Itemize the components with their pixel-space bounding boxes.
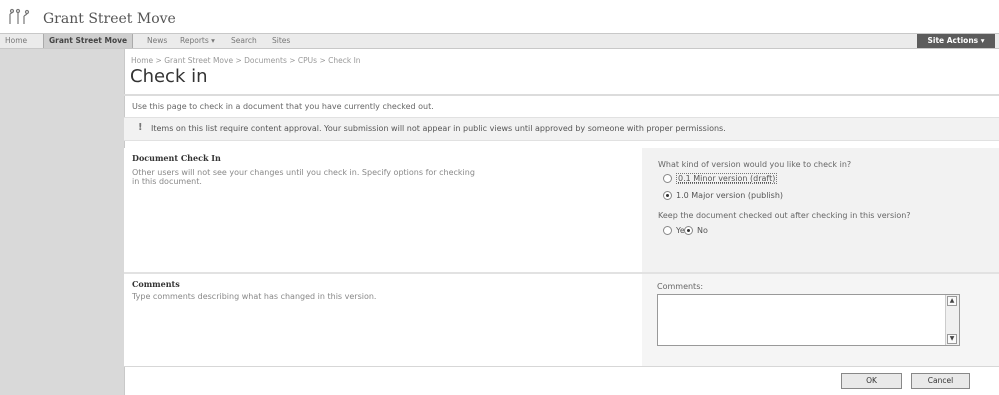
- keep-yes-radio[interactable]: [663, 226, 672, 235]
- keep-no-option[interactable]: No: [684, 226, 708, 235]
- nav-tab-sites[interactable]: Sites: [272, 36, 290, 45]
- comments-section-info: [124, 274, 642, 366]
- keep-checked-out-question: Keep the document checked out after chec…: [658, 211, 911, 220]
- left-navigation-panel: [0, 49, 125, 395]
- approval-notice-text: Items on this list require content appro…: [151, 124, 726, 133]
- site-title[interactable]: Grant Street Move: [43, 11, 176, 27]
- checkin-section-description: Other users will not see your changes un…: [132, 168, 475, 186]
- checkin-section-info: [124, 148, 642, 272]
- breadcrumb[interactable]: Home > Grant Street Move > Documents > C…: [131, 56, 361, 65]
- comments-section-heading: Comments: [132, 279, 180, 289]
- comments-field-label: Comments:: [657, 282, 704, 291]
- top-navigation: Home Grant Street Move News Reports ▾ Se…: [0, 33, 999, 49]
- minor-version-radio[interactable]: [663, 174, 672, 183]
- major-version-option[interactable]: 1.0 Major version (publish): [663, 191, 783, 200]
- major-version-label[interactable]: 1.0 Major version (publish): [676, 191, 783, 200]
- exclamation-icon: !: [138, 122, 143, 133]
- nav-tab-news[interactable]: News: [147, 36, 167, 45]
- scroll-down-arrow-icon[interactable]: ▼: [947, 334, 957, 344]
- comments-textarea[interactable]: [658, 295, 950, 349]
- scroll-up-arrow-icon[interactable]: ▲: [947, 296, 957, 306]
- checkin-section-heading: Document Check In: [132, 153, 221, 163]
- title-divider: [124, 94, 999, 96]
- major-version-radio[interactable]: [663, 191, 672, 200]
- minor-version-label[interactable]: 0.1 Minor version (draft): [676, 173, 778, 184]
- page-description: Use this page to check in a document tha…: [132, 102, 434, 111]
- minor-version-option[interactable]: 0.1 Minor version (draft): [663, 173, 778, 184]
- comments-section-description: Type comments describing what has change…: [132, 292, 377, 301]
- nav-tab-reports[interactable]: Reports ▾: [180, 36, 215, 45]
- nav-tab-grant-street-move[interactable]: Grant Street Move: [43, 34, 134, 48]
- footer-divider: [124, 366, 999, 367]
- keep-no-label[interactable]: No: [697, 226, 708, 235]
- comments-scrollbar[interactable]: ▲ ▼: [945, 295, 959, 345]
- cancel-button[interactable]: Cancel: [911, 373, 970, 389]
- page-title: Check in: [130, 66, 208, 87]
- comments-field[interactable]: ▲ ▼: [657, 294, 960, 349]
- approval-notice: ! Items on this list require content app…: [124, 117, 999, 141]
- keep-no-radio[interactable]: [684, 226, 693, 235]
- nav-tab-search[interactable]: Search: [231, 36, 257, 45]
- site-logo-icon[interactable]: [8, 8, 34, 26]
- ok-button[interactable]: OK: [841, 373, 902, 389]
- site-actions-button[interactable]: Site Actions ▾: [917, 34, 995, 48]
- nav-tab-home[interactable]: Home: [5, 36, 27, 45]
- version-question: What kind of version would you like to c…: [658, 160, 852, 169]
